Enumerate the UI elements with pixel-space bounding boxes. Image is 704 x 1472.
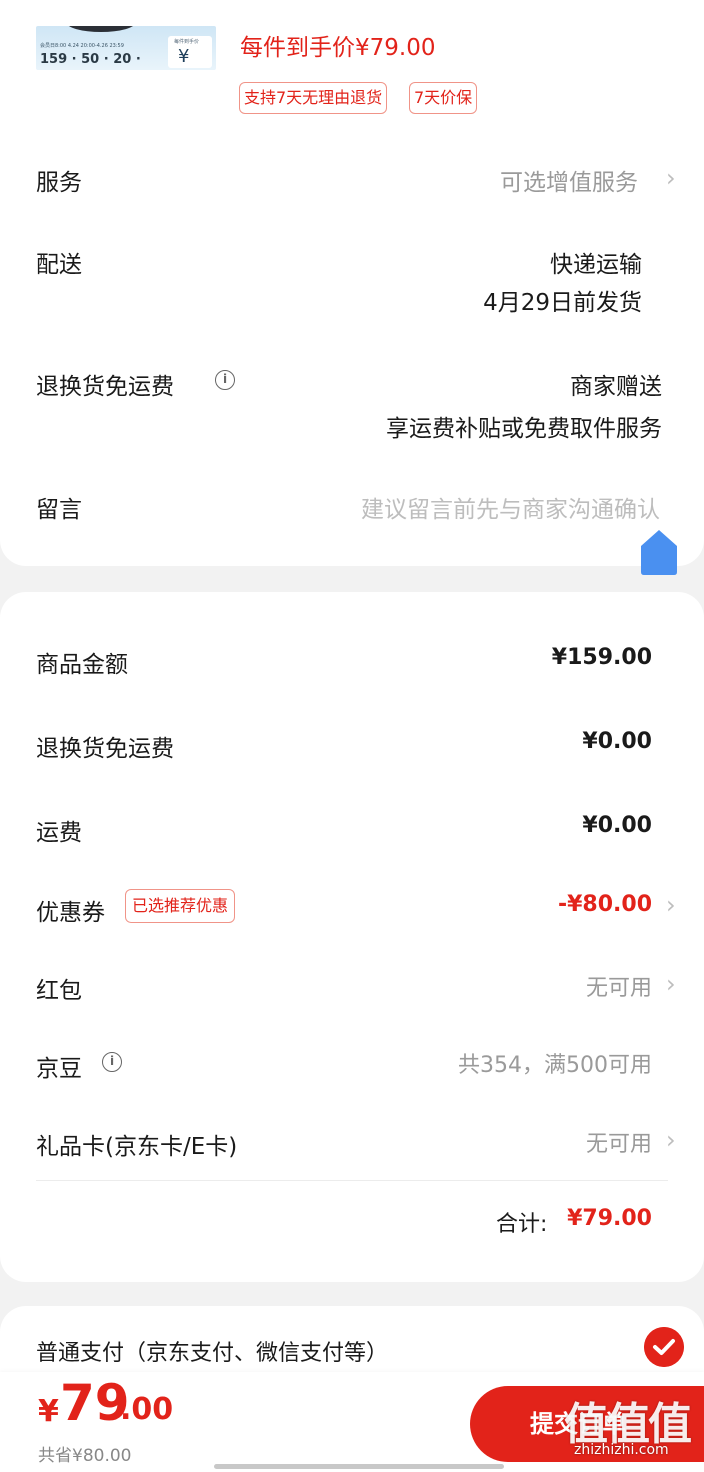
price-protect-tag: 7天价保 [409, 82, 478, 114]
return-fee-label: 退换货免运费 [36, 736, 174, 762]
return-free-value: 商家赠送 [570, 374, 662, 400]
total-value: ¥79.00 [567, 1206, 652, 1231]
total-currency: ¥ [38, 1394, 59, 1429]
red-packet-chevron-icon[interactable]: › [666, 970, 676, 998]
thumb-chip-label: 每件到手价 [174, 39, 200, 45]
return-policy-tag: 支持7天无理由退货 [239, 82, 388, 114]
coupon-value[interactable]: -¥80.00 [558, 892, 652, 917]
summary-divider [36, 1180, 668, 1181]
message-label: 留言 [36, 497, 82, 523]
coupon-label: 优惠券 [36, 900, 105, 926]
product-thumbnail[interactable]: 会员日8:00 4.24 20:00-4.26 23:59 159 · 50 ·… [36, 26, 216, 70]
thumb-numbers: 159 · 50 · 20 · [40, 52, 141, 67]
goods-amount-label: 商品金额 [36, 652, 128, 678]
payment-method-label[interactable]: 普通支付（京东支付、微信支付等） [36, 1335, 388, 1367]
gift-card-value[interactable]: 无可用 [586, 1126, 652, 1158]
delivery-label: 配送 [36, 252, 82, 278]
jingdou-label: 京豆 [36, 1056, 82, 1082]
saved-amount: 共省¥80.00 [38, 1446, 132, 1466]
jingdou-info-icon[interactable]: i [102, 1052, 122, 1072]
home-indicator[interactable] [214, 1464, 504, 1469]
checkmark-icon[interactable] [644, 1327, 684, 1367]
unit-price: 每件到手价¥79.00 [240, 35, 436, 61]
return-free-label: 退换货免运费 [36, 374, 174, 400]
home-float-icon[interactable] [641, 530, 677, 575]
return-fee-value: ¥0.00 [582, 729, 652, 754]
shipping-label: 运费 [36, 820, 82, 846]
service-chevron-icon[interactable]: › [666, 164, 676, 192]
total-label: 合计: [496, 1212, 548, 1237]
service-label: 服务 [36, 170, 82, 196]
total-price-dec: .00 [120, 1392, 174, 1427]
gift-card-label: 礼品卡(京东卡/E卡) [36, 1134, 238, 1160]
service-value[interactable]: 可选增值服务 [500, 163, 638, 197]
info-icon[interactable]: i [215, 370, 235, 390]
watermark-url: zhizhizhi.com [574, 1442, 669, 1458]
thumb-top-line: 会员日8:00 4.24 20:00-4.26 23:59 [40, 43, 124, 49]
delivery-date: 4月29日前发货 [483, 290, 642, 316]
shipping-value: ¥0.00 [582, 813, 652, 838]
jingdou-value: 共354，满500可用 [458, 1053, 652, 1078]
product-image-shape [66, 26, 136, 32]
thumb-chip-value: ¥ 89 [178, 46, 201, 70]
order-info-card: 会员日8:00 4.24 20:00-4.26 23:59 159 · 50 ·… [0, 0, 704, 566]
red-packet-label: 红包 [36, 978, 82, 1004]
coupon-chevron-icon[interactable]: › [666, 891, 676, 919]
delivery-method[interactable]: 快递运输 [550, 245, 642, 279]
red-packet-value[interactable]: 无可用 [586, 970, 652, 1002]
price-summary-card [0, 592, 704, 1282]
thumb-price-chip: 每件到手价 ¥ 89 [168, 36, 212, 70]
gift-card-chevron-icon[interactable]: › [666, 1126, 676, 1154]
goods-amount-value: ¥159.00 [551, 645, 652, 670]
message-input[interactable]: 建议留言前先与商家沟通确认 [361, 490, 660, 524]
return-free-detail: 享运费补贴或免费取件服务 [386, 416, 662, 442]
coupon-recommend-badge: 已选推荐优惠 [125, 889, 236, 923]
